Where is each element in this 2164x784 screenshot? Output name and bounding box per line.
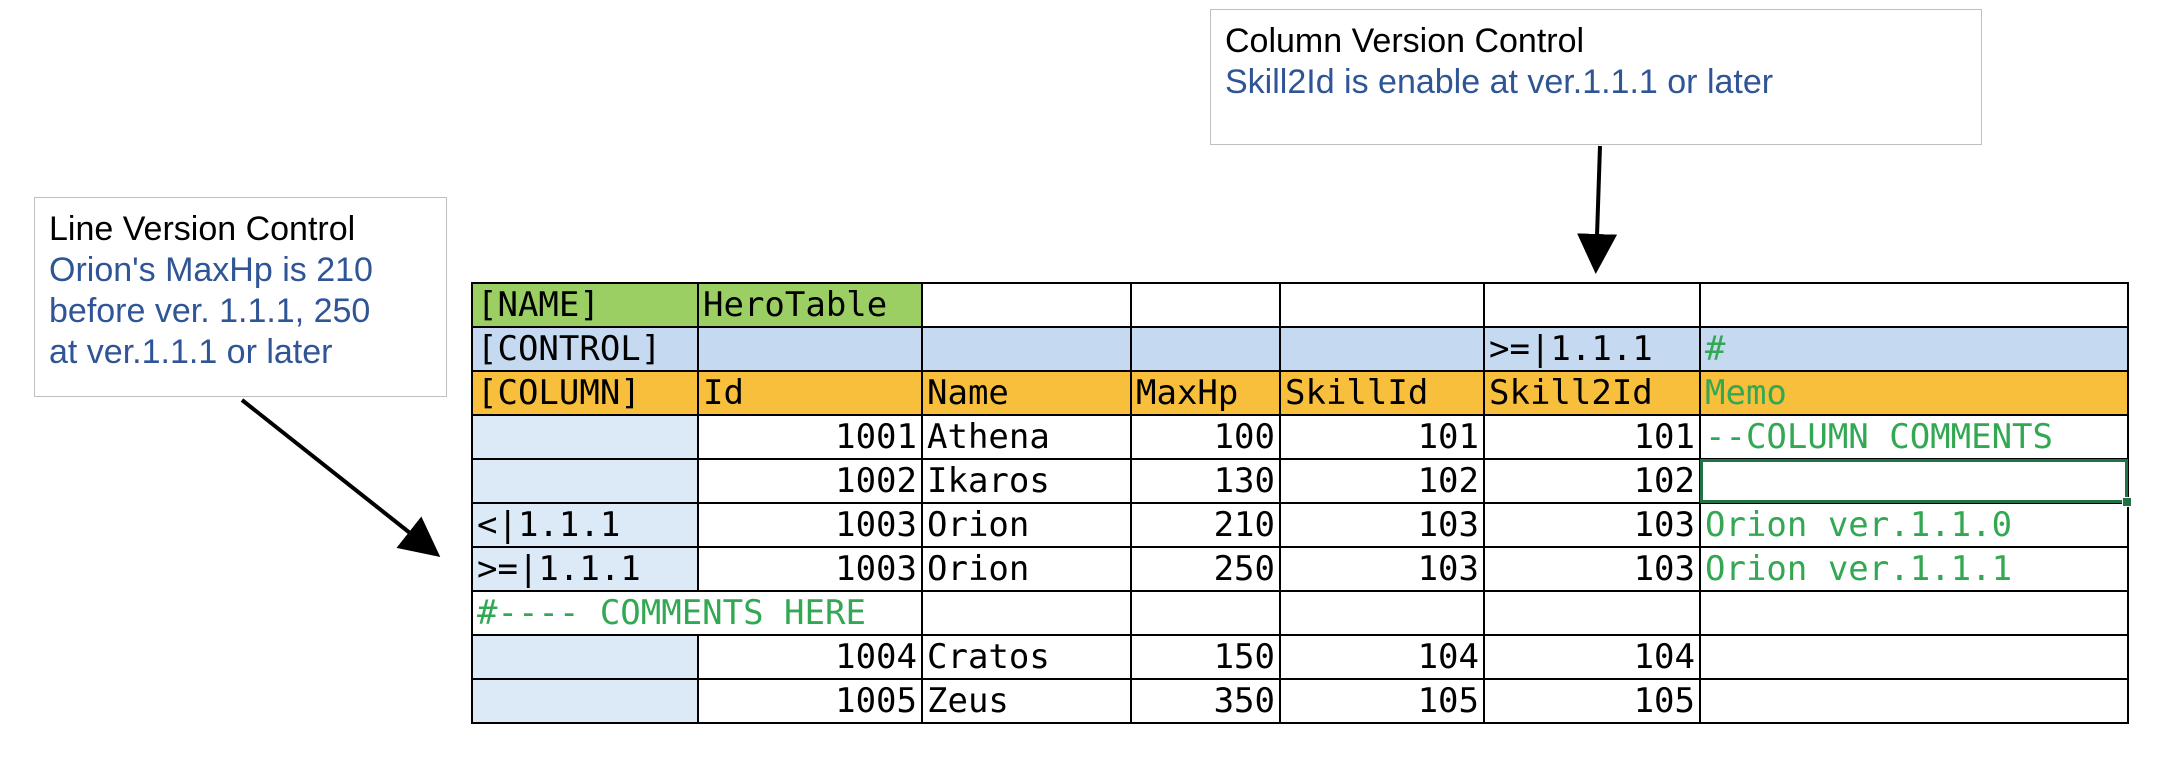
cell-empty[interactable] — [697, 326, 923, 372]
table-row: <|1.1.1 1003 Orion 210 103 103 Orion ver… — [471, 502, 2129, 548]
control-row: [CONTROL] >=|1.1.1 # — [471, 326, 2129, 372]
cell-id[interactable]: 1003 — [697, 502, 923, 548]
cell-memo-selected[interactable] — [1699, 458, 2132, 507]
cell-row-control[interactable] — [471, 678, 699, 724]
header-memo[interactable]: Memo — [1699, 370, 2129, 416]
cell-control-label[interactable]: [CONTROL] — [471, 326, 699, 372]
cell-row-control[interactable]: <|1.1.1 — [471, 502, 699, 548]
header-name[interactable]: Name — [921, 370, 1132, 416]
callout-column-version-control: Column Version Control Skill2Id is enabl… — [1210, 9, 1982, 145]
cell-empty[interactable] — [1130, 326, 1281, 372]
cell-maxhp[interactable]: 210 — [1130, 502, 1281, 548]
table-row: 1002 Ikaros 130 102 102 — [471, 458, 2132, 507]
cell-skillid[interactable]: 105 — [1279, 678, 1485, 724]
cell-skill2id[interactable]: 103 — [1483, 502, 1701, 548]
cell-name[interactable]: Ikaros — [921, 458, 1132, 504]
cell-skill2id[interactable]: 105 — [1483, 678, 1701, 724]
cell-row-control[interactable]: >=|1.1.1 — [471, 546, 699, 592]
column-header-row: [COLUMN] Id Name MaxHp SkillId Skill2Id … — [471, 370, 2129, 416]
cell-id[interactable]: 1004 — [697, 634, 923, 680]
arrow-column-callout — [1577, 145, 1618, 274]
cell-maxhp[interactable]: 350 — [1130, 678, 1281, 724]
cell-memo[interactable] — [1699, 634, 2129, 680]
cell-name[interactable]: Orion — [921, 502, 1132, 548]
cell-skill2id[interactable]: 102 — [1483, 458, 1701, 504]
cell-empty[interactable] — [1483, 282, 1701, 328]
table-row: 1005 Zeus 350 105 105 — [471, 678, 2129, 724]
cell-maxhp[interactable]: 150 — [1130, 634, 1281, 680]
cell-row-control[interactable] — [471, 414, 699, 460]
cell-skill2id[interactable]: 103 — [1483, 546, 1701, 592]
cell-skill2id[interactable]: 104 — [1483, 634, 1701, 680]
callout-line-version-control: Line Version Control Orion's MaxHp is 21… — [34, 197, 447, 397]
cell-memo[interactable]: Orion ver.1.1.0 — [1699, 502, 2129, 548]
cell-control-memo[interactable]: # — [1699, 326, 2129, 372]
cell-column-label[interactable]: [COLUMN] — [471, 370, 699, 416]
cell-skillid[interactable]: 102 — [1279, 458, 1485, 504]
table-row: 1001 Athena 100 101 101 --COLUMN COMMENT… — [471, 414, 2129, 460]
header-skill2id[interactable]: Skill2Id — [1483, 370, 1701, 416]
cell-empty[interactable] — [1279, 326, 1485, 372]
cell-id[interactable]: 1003 — [697, 546, 923, 592]
cell-empty[interactable] — [1279, 282, 1485, 328]
hero-table-sheet: [NAME] HeroTable [CONTROL] >=|1.1.1 # [C… — [471, 282, 2132, 724]
cell-id[interactable]: 1005 — [697, 678, 923, 724]
header-maxhp[interactable]: MaxHp — [1130, 370, 1281, 416]
cell-control-skill2id[interactable]: >=|1.1.1 — [1483, 326, 1701, 372]
callout-text-line-3: at ver.1.1.1 or later — [49, 333, 333, 371]
cell-table-name[interactable]: HeroTable — [697, 282, 923, 328]
cell-empty[interactable] — [1699, 590, 2129, 636]
cell-memo[interactable] — [1699, 678, 2129, 724]
cell-id[interactable]: 1002 — [697, 458, 923, 504]
table-row: >=|1.1.1 1003 Orion 250 103 103 Orion ve… — [471, 546, 2129, 592]
cell-empty[interactable] — [1130, 282, 1281, 328]
cell-maxhp[interactable]: 100 — [1130, 414, 1281, 460]
cell-empty[interactable] — [921, 326, 1132, 372]
cell-name[interactable]: Cratos — [921, 634, 1132, 680]
callout-text-line-2: before ver. 1.1.1, 250 — [49, 292, 371, 330]
cell-empty[interactable] — [1483, 590, 1701, 636]
cell-id[interactable]: 1001 — [697, 414, 923, 460]
header-skillid[interactable]: SkillId — [1279, 370, 1485, 416]
cell-empty[interactable] — [921, 590, 1132, 636]
callout-title: Line Version Control — [49, 210, 356, 248]
cell-empty[interactable] — [1130, 590, 1281, 636]
cell-skillid[interactable]: 101 — [1279, 414, 1485, 460]
arrow-line-callout — [240, 398, 441, 557]
cell-skillid[interactable]: 104 — [1279, 634, 1485, 680]
cell-memo[interactable]: Orion ver.1.1.1 — [1699, 546, 2129, 592]
cell-name[interactable]: Athena — [921, 414, 1132, 460]
cell-empty[interactable] — [921, 282, 1132, 328]
cell-memo[interactable]: --COLUMN COMMENTS — [1699, 414, 2129, 460]
cell-row-control[interactable] — [471, 458, 699, 504]
cell-skill2id[interactable]: 101 — [1483, 414, 1701, 460]
callout-text: Skill2Id is enable at ver.1.1.1 or later — [1225, 63, 1774, 101]
header-id[interactable]: Id — [697, 370, 923, 416]
cell-name[interactable]: Zeus — [921, 678, 1132, 724]
cell-comment[interactable]: #---- COMMENTS HERE — [471, 590, 922, 636]
callout-title: Column Version Control — [1225, 22, 1585, 60]
cell-skillid[interactable]: 103 — [1279, 502, 1485, 548]
cell-row-control[interactable] — [471, 634, 699, 680]
cell-maxhp[interactable]: 250 — [1130, 546, 1281, 592]
cell-empty[interactable] — [1699, 282, 2129, 328]
callout-text-line-1: Orion's MaxHp is 210 — [49, 251, 373, 289]
comment-row: #---- COMMENTS HERE — [471, 590, 2129, 636]
fill-handle[interactable] — [2122, 497, 2132, 507]
table-row: 1004 Cratos 150 104 104 — [471, 634, 2129, 680]
name-row: [NAME] HeroTable — [471, 282, 2129, 328]
cell-name-label[interactable]: [NAME] — [471, 282, 699, 328]
cell-empty[interactable] — [1279, 590, 1485, 636]
cell-name[interactable]: Orion — [921, 546, 1132, 592]
cell-skillid[interactable]: 103 — [1279, 546, 1485, 592]
cell-maxhp[interactable]: 130 — [1130, 458, 1281, 504]
